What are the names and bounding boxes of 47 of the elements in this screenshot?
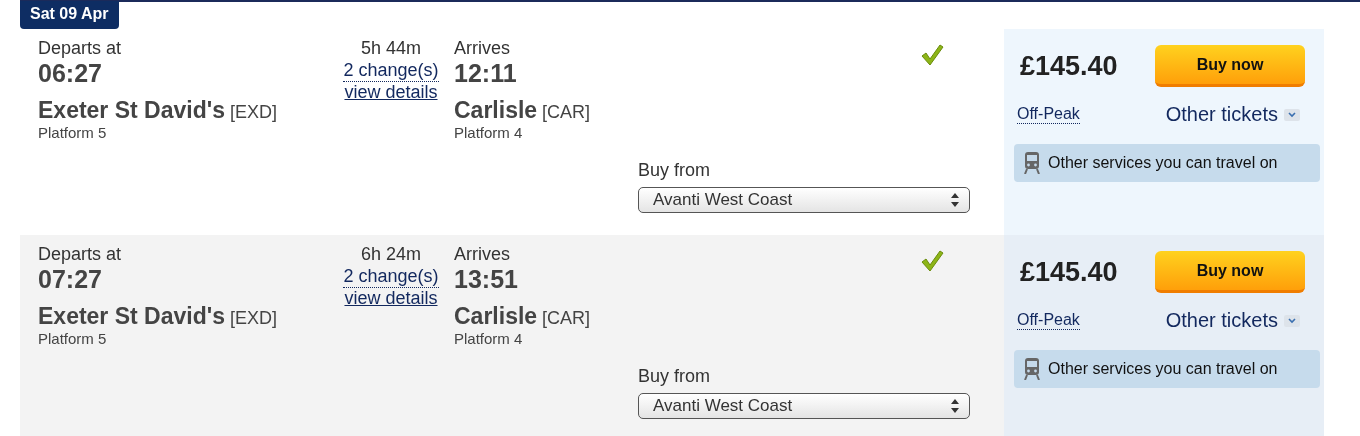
date-badge: Sat 09 Apr	[20, 1, 119, 29]
departure-time: 07:27	[38, 265, 102, 293]
buy-from-label: Buy from	[638, 159, 711, 181]
view-details-link[interactable]: view details	[344, 82, 438, 102]
station-name: Carlisle	[454, 303, 538, 329]
platform-label: Platform 4	[454, 125, 523, 141]
other-services-button[interactable]: Other services you can travel on	[1014, 144, 1320, 182]
station-code: [EXD]	[230, 308, 277, 328]
depart-label: Departs at	[38, 37, 122, 59]
ticket-price: £145.40	[1020, 256, 1118, 288]
train-icon	[1024, 152, 1040, 174]
ticket-price: £145.40	[1020, 50, 1118, 82]
station-name: Exeter St David's	[38, 303, 225, 329]
view-details-link[interactable]: view details	[344, 288, 438, 308]
journey-duration: 6h 24m	[360, 243, 421, 265]
other-tickets-link[interactable]: Other tickets	[1165, 309, 1300, 332]
station-name: Carlisle	[454, 97, 538, 123]
buy-now-button[interactable]: Buy now	[1155, 45, 1305, 87]
station-code: [EXD]	[230, 102, 277, 122]
ticket-type-link[interactable]: Off-Peak	[1017, 105, 1080, 124]
ticket-type-link[interactable]: Off-Peak	[1017, 311, 1080, 330]
platform-label: Platform 4	[454, 331, 523, 347]
platform-label: Platform 5	[38, 331, 107, 347]
station-code: [CAR]	[542, 102, 591, 122]
train-icon	[1024, 358, 1040, 380]
chevron-down-icon	[1284, 314, 1300, 327]
departure-time: 06:27	[38, 59, 102, 87]
arrive-label: Arrives	[454, 37, 510, 59]
operator-select[interactable]: Avanti West Coast	[638, 393, 970, 419]
arrive-label: Arrives	[454, 243, 510, 265]
changes-link[interactable]: 2 change(s)	[343, 59, 439, 82]
other-services-button[interactable]: Other services you can travel on	[1014, 350, 1320, 388]
arrival-time: 13:51	[454, 265, 518, 293]
station-code: [CAR]	[542, 308, 591, 328]
station-name: Exeter St David's	[38, 97, 225, 123]
depart-label: Departs at	[38, 243, 122, 265]
sort-arrows-icon	[951, 399, 959, 413]
chevron-down-icon	[1284, 108, 1300, 121]
buy-now-button[interactable]: Buy now	[1155, 251, 1305, 293]
sort-arrows-icon	[951, 193, 959, 207]
arrival-time: 12:11	[454, 59, 517, 87]
other-tickets-link[interactable]: Other tickets	[1165, 103, 1300, 126]
operator-select[interactable]: Avanti West Coast	[638, 187, 970, 213]
changes-link[interactable]: 2 change(s)	[343, 265, 439, 288]
journey-duration: 5h 44m	[360, 37, 421, 59]
platform-label: Platform 5	[38, 125, 107, 141]
buy-from-label: Buy from	[638, 365, 711, 387]
